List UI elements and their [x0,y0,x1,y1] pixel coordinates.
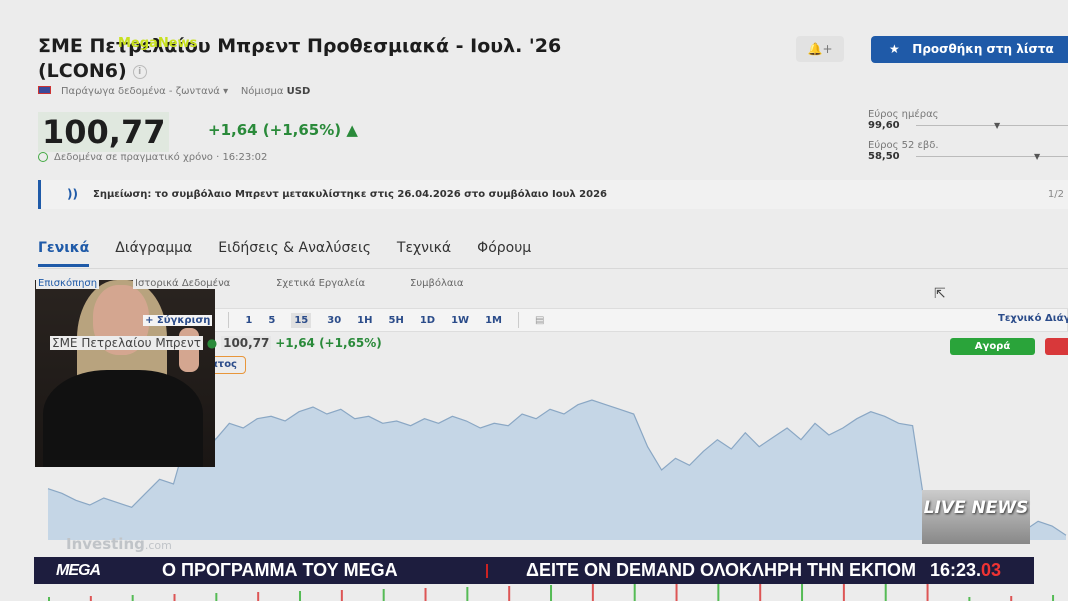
rss-icon: )) [67,187,78,201]
uk-flag-icon [38,86,51,94]
volume-bar [508,586,511,601]
main-tabs: Γενικά Διάγραμμα Ειδήσεις & Αναλύσεις Τε… [38,240,531,267]
volume-bar [633,583,636,601]
live-news-logo: LIVE NEWS [922,490,1030,544]
subtab-historical[interactable]: Ιστορικά Δεδομένα [133,278,233,289]
week52-range: Εύρος 52 εβδ. 58,50 ▼ [868,140,1068,162]
mouse-cursor-icon: ⇱ [934,286,946,302]
interval-1w[interactable]: 1W [451,315,469,326]
sign-language-interpreter [35,280,215,467]
mega-logo: MEGA [56,562,101,579]
rollover-note: )) Σημείωση: το συμβόλαιο Μπρεντ μετακυλί… [38,180,1068,209]
volume-bar [968,597,971,601]
volume-bar [550,585,553,601]
volume-bar [89,596,92,601]
subtab-tools[interactable]: Σχετικά Εργαλεία [274,278,368,289]
broadcast-clock: 16:23.03 [916,557,1002,584]
volume-bar [382,589,385,601]
volume-bar [299,591,302,601]
bell-plus-icon: 🔔+ [807,42,833,56]
price-change: +1,64 (+1,65%) ▲ [208,121,358,139]
last-price: 100,77 [38,112,170,152]
add-to-watchlist-button[interactable]: ★ Προσθήκη στη λίστα [871,36,1068,63]
info-icon[interactable]: i [132,64,147,79]
volume-bar [675,582,678,601]
clock-icon [38,152,48,162]
tab-technical[interactable]: Τεχνικά [397,240,451,267]
page-title: ΣΜΕ Πετρελαίου Μπρεντ Προθεσμιακά - Ιουλ… [38,35,562,82]
interval-5[interactable]: 5 [268,315,275,326]
volume-bar [1010,596,1013,601]
data-source-dropdown[interactable]: Παράγωγα δεδομένα - ζωντανά [61,86,220,97]
buy-button[interactable]: Αγορά [950,338,1035,355]
volume-bar [257,592,260,601]
investing-logo: Investing.com [66,535,172,553]
ticker-text-2: ΔΕΙΤΕ ON DEMAND ΟΛΟΚΛΗΡΗ ΤΗΝ ΕΚΠΟΜΠΗ [526,560,942,580]
tab-chart[interactable]: Διάγραμμα [115,240,192,267]
technical-chart-link[interactable]: Τεχνικό Διάγραμμα [998,313,1068,324]
ticker-text-1: Ο ΠΡΟΓΡΑΜΜΑ ΤΟΥ MEGA [162,560,398,580]
volume-bar [340,590,343,601]
volume-bar [591,584,594,601]
volume-bar [1052,595,1055,601]
sell-button[interactable] [1045,338,1068,355]
channel-watermark: MegaNews [118,36,198,51]
subtab-overview[interactable]: Επισκόπηση [36,278,100,289]
volume-bar [48,597,50,601]
interval-1m[interactable]: 1M [485,315,502,326]
interval-15[interactable]: 15 [291,312,312,328]
volume-bar [424,588,427,601]
volume-bar [717,581,720,601]
volume-bar [173,594,176,601]
news-ticker: MEGA Ο ΠΡΟΓΡΑΜΜΑ ΤΟΥ MEGA ΔΕΙΤΕ ON DEMAN… [34,557,1034,584]
tab-forum[interactable]: Φόρουμ [477,240,531,267]
note-pager[interactable]: 1/2 [1048,180,1064,209]
tab-news[interactable]: Ειδήσεις & Αναλύσεις [218,240,371,267]
tab-general[interactable]: Γενικά [38,240,90,267]
interval-1h[interactable]: 1H [357,315,372,326]
compare-button[interactable]: + Σύγκριση [143,314,213,326]
chart-legend: ΣΜΕ Πετρελαίου Μπρεντ ● 100,77 +1,64 (+1… [50,336,382,350]
interval-30[interactable]: 30 [327,315,341,326]
chart-settings-icon[interactable]: ▤ [535,315,544,326]
divider [38,268,1068,269]
volume-bar [215,593,218,601]
instrument-meta: Παράγωγα δεδομένα - ζωντανά ▾ Νόμισμα US… [38,86,310,97]
realtime-status: Δεδομένα σε πραγματικό χρόνο · 16:23:02 [38,152,267,163]
volume-bar [466,587,469,601]
interval-1[interactable]: 1 [245,315,252,326]
interval-5h[interactable]: 5H [389,315,404,326]
subtab-contracts[interactable]: Συμβόλαια [408,278,466,289]
add-alert-button[interactable]: 🔔+ [796,36,844,62]
volume-bar [131,595,134,601]
interval-1d[interactable]: 1D [420,315,435,326]
day-range: Εύρος ημέρας 99,60 ▼ [868,109,1068,131]
